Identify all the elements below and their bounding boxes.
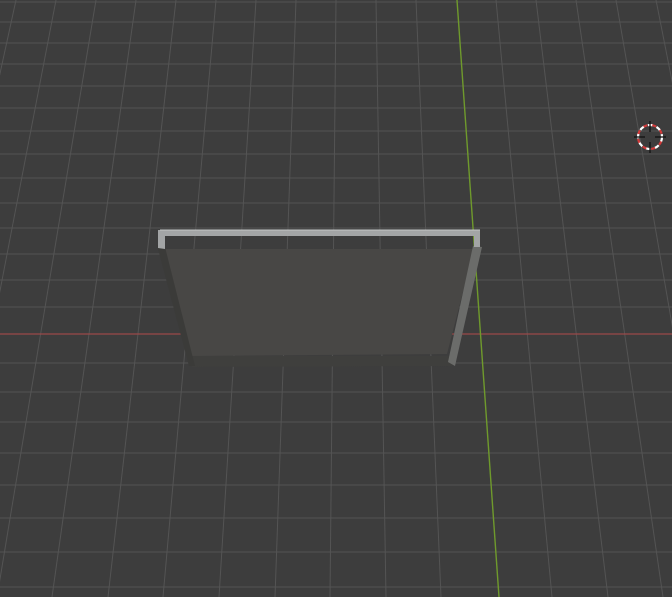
panel-face — [163, 249, 474, 356]
panel-top-edge — [158, 230, 480, 249]
3d-cursor-icon[interactable] — [634, 121, 666, 153]
scene-object-panel[interactable] — [157, 229, 482, 367]
3d-viewport[interactable] — [0, 0, 672, 597]
panel-bottom-edge — [190, 356, 452, 367]
viewport-canvas[interactable] — [0, 0, 672, 597]
